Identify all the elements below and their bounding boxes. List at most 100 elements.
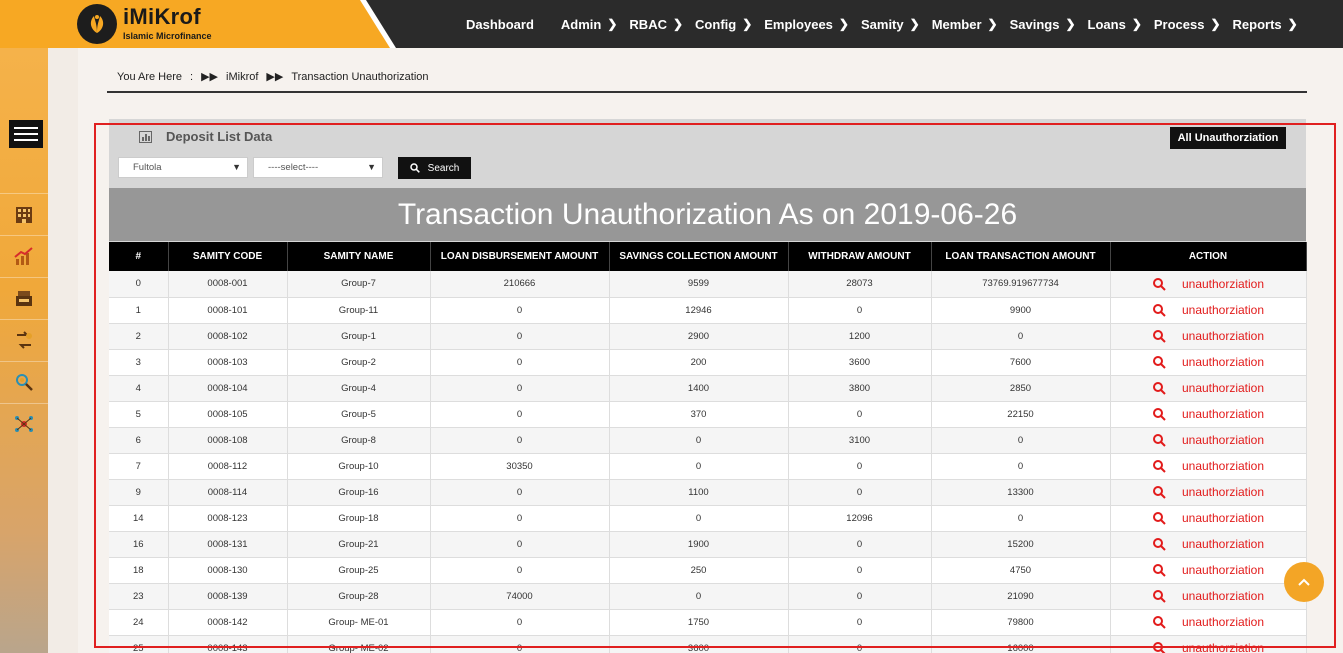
unauthorize-link[interactable]: unauthorziation (1182, 277, 1264, 291)
search-icon[interactable] (1152, 485, 1166, 499)
search-button[interactable]: Search (398, 157, 471, 179)
transactions-table: # SAMITY CODE SAMITY NAME LOAN DISBURSEMENT… (109, 242, 1307, 653)
scroll-to-top-button[interactable] (1284, 562, 1324, 602)
table-cell: 1400 (609, 375, 789, 402)
search-icon[interactable] (1152, 329, 1166, 343)
unauthorize-link[interactable]: unauthorziation (1182, 355, 1264, 369)
search-icon[interactable] (1152, 511, 1166, 525)
nav-item-process[interactable]: Process ❯ (1154, 17, 1221, 32)
unauthorize-link[interactable]: unauthorziation (1182, 485, 1264, 499)
search-settings-icon[interactable] (0, 361, 48, 401)
unauthorize-action[interactable]: unauthorziation (1111, 511, 1306, 525)
unauthorize-link[interactable]: unauthorziation (1182, 511, 1264, 525)
table-cell: 0 (788, 583, 932, 610)
unauthorize-action[interactable]: unauthorziation (1111, 329, 1306, 343)
unauthorize-link[interactable]: unauthorziation (1182, 459, 1264, 473)
table-row: 24 0008-142 Group- ME-01 0 1750 0 79800 unautho… (109, 609, 1307, 636)
nav-item-label: Process (1153, 16, 1205, 32)
cash-register-icon[interactable] (0, 277, 48, 317)
brand-tagline: Islamic Microfinance (123, 31, 212, 41)
money-transfer-icon[interactable] (0, 319, 48, 359)
search-icon (409, 163, 420, 173)
table-cell: 0008-131 (168, 531, 288, 558)
table-cell: 1750 (609, 609, 789, 636)
search-icon[interactable] (1152, 563, 1166, 577)
unauthorize-link[interactable]: unauthorziation (1182, 381, 1264, 395)
top-navbar: iMiKrof Islamic Microfinance Dashboard Ad… (0, 0, 1343, 48)
nav-item-samity[interactable]: Samity ❯ (861, 17, 920, 32)
chevron-right-icon: ❯ (1210, 17, 1221, 31)
all-unauthorization-button[interactable]: All Unauthorziation (1170, 127, 1286, 149)
unauthorize-action[interactable]: unauthorziation (1111, 641, 1306, 653)
unauthorize-link[interactable]: unauthorziation (1182, 589, 1264, 603)
unauthorize-action[interactable]: unauthorziation (1111, 589, 1306, 603)
nav-item-admin[interactable]: Admin ❯ (561, 17, 618, 32)
network-icon[interactable] (0, 403, 48, 443)
table-cell: 0 (430, 427, 610, 454)
table-cell: 0 (430, 323, 610, 350)
search-icon[interactable] (1152, 303, 1166, 317)
unauthorize-link[interactable]: unauthorziation (1182, 329, 1264, 343)
search-icon[interactable] (1152, 277, 1166, 291)
search-icon[interactable] (1152, 537, 1166, 551)
table-cell: Group-2 (287, 349, 431, 376)
unauthorize-action[interactable]: unauthorziation (1111, 381, 1306, 395)
dropdown-arrow-icon: ▼ (232, 162, 241, 172)
search-icon[interactable] (1152, 355, 1166, 369)
unauthorize-link[interactable]: unauthorziation (1182, 537, 1264, 551)
nav-item-member[interactable]: Member ❯ (932, 17, 998, 32)
brand-name[interactable]: iMiKrof (123, 4, 201, 30)
search-icon[interactable] (1152, 459, 1166, 473)
table-cell: 1900 (609, 531, 789, 558)
unauthorize-link[interactable]: unauthorziation (1182, 433, 1264, 447)
chart-growth-icon[interactable] (0, 235, 48, 275)
unauthorize-link[interactable]: unauthorziation (1182, 407, 1264, 421)
search-icon[interactable] (1152, 615, 1166, 629)
hamburger-menu-icon[interactable] (9, 120, 43, 148)
nav-item-config[interactable]: Config ❯ (695, 17, 752, 32)
unauthorize-link[interactable]: unauthorziation (1182, 615, 1264, 629)
unauthorize-action[interactable]: unauthorziation (1111, 303, 1306, 317)
unauthorize-action[interactable]: unauthorziation (1111, 277, 1306, 291)
nav-item-dashboard[interactable]: Dashboard (466, 17, 534, 32)
unauthorize-link[interactable]: unauthorziation (1182, 563, 1264, 577)
nav-item-employees[interactable]: Employees ❯ (764, 17, 849, 32)
chevron-right-icon: ❯ (1065, 17, 1076, 31)
nav-item-loans[interactable]: Loans ❯ (1088, 17, 1142, 32)
table-cell: 200 (609, 349, 789, 376)
table-cell: 0 (609, 453, 789, 480)
column-header: ACTION (1110, 242, 1307, 271)
table-cell: 0 (430, 401, 610, 428)
unauthorize-link[interactable]: unauthorziation (1182, 303, 1264, 317)
nav-item-reports[interactable]: Reports ❯ (1233, 17, 1298, 32)
branch-select[interactable]: Fultola ▼ (118, 157, 248, 178)
unauthorize-link[interactable]: unauthorziation (1182, 641, 1264, 653)
unauthorize-action[interactable]: unauthorziation (1111, 459, 1306, 473)
unauthorize-action[interactable]: unauthorziation (1111, 407, 1306, 421)
chevron-right-icon: ❯ (1131, 17, 1142, 31)
breadcrumb-item-home[interactable]: iMikrof (226, 71, 258, 83)
search-icon[interactable] (1152, 641, 1166, 653)
chevron-right-icon: ❯ (607, 17, 618, 31)
table-row: 16 0008-131 Group-21 0 1900 0 15200 unauthorzia… (109, 531, 1307, 558)
table-cell: 73769.919677734 (931, 271, 1111, 298)
unauthorize-action[interactable]: unauthorziation (1111, 615, 1306, 629)
search-icon[interactable] (1152, 589, 1166, 603)
unauthorize-action[interactable]: unauthorziation (1111, 433, 1306, 447)
nav-item-label: Loans (1087, 16, 1126, 32)
search-icon[interactable] (1152, 407, 1166, 421)
brand-logo-icon[interactable] (77, 4, 117, 44)
unauthorize-action[interactable]: unauthorziation (1111, 563, 1306, 577)
unauthorize-action[interactable]: unauthorziation (1111, 355, 1306, 369)
table-row: 14 0008-123 Group-18 0 0 12096 0 unauthorziatio… (109, 505, 1307, 532)
search-icon[interactable] (1152, 381, 1166, 395)
unauthorize-action[interactable]: unauthorziation (1111, 485, 1306, 499)
nav-item-savings[interactable]: Savings ❯ (1010, 17, 1076, 32)
building-icon[interactable] (0, 193, 48, 233)
table-cell: 0008-101 (168, 297, 288, 324)
nav-item-rbac[interactable]: RBAC ❯ (629, 17, 683, 32)
search-icon[interactable] (1152, 433, 1166, 447)
samity-select[interactable]: ----select---- ▼ (253, 157, 383, 178)
table-cell: 0008-139 (168, 583, 288, 610)
unauthorize-action[interactable]: unauthorziation (1111, 537, 1306, 551)
